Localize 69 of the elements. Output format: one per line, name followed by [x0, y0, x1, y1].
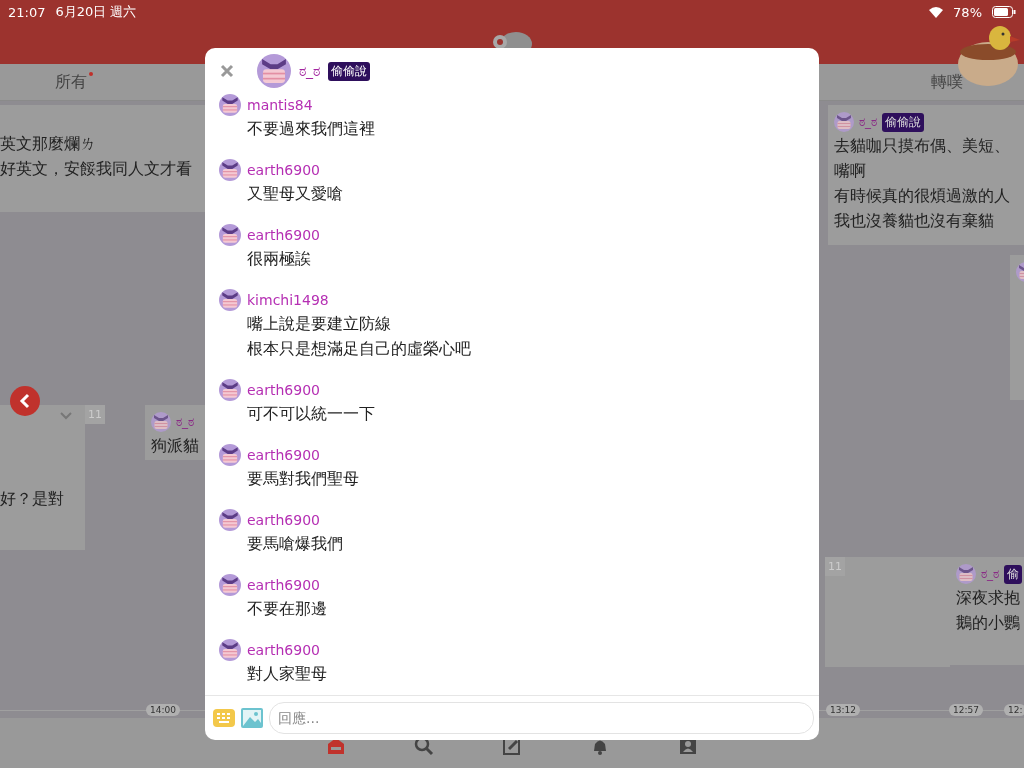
- response-text: 不要在那邊: [246, 598, 328, 620]
- post-text: 有時候真的很煩過激的人: [834, 185, 1011, 207]
- post-text: 深夜求抱: [956, 587, 1018, 609]
- post-text: 好？是對: [0, 488, 65, 510]
- response-text: 不要過來我們這裡: [246, 118, 376, 140]
- anonymous-badge: 偷偷說: [882, 112, 924, 132]
- post-text: 好英文，安餒我同人文才看: [0, 158, 193, 180]
- response-text: 又聖母又愛嗆: [246, 183, 344, 205]
- post-author: ಠ_ಠ: [981, 567, 999, 581]
- response-user: earth6900: [247, 227, 320, 243]
- avatar-icon: [956, 564, 976, 584]
- post-text: 狗派貓: [151, 435, 199, 457]
- anonymous-badge: 偷偷說: [328, 61, 370, 81]
- post-card[interactable]: ಠ_ಠ 偷偷說 去貓咖只摸布偶、美短、 嘴啊 有時候真的很煩過激的人 我也沒養貓也沒有棄貓: [828, 105, 1024, 245]
- avatar-icon: [219, 444, 241, 466]
- post-card[interactable]: 英文那麼爛ㄌ 好英文，安餒我同人文才看: [0, 105, 205, 212]
- avatar-icon: [219, 289, 241, 311]
- time-label: 12:: [1004, 704, 1024, 716]
- response-text: 要馬嗆爆我們: [246, 533, 344, 555]
- post-text: 嘴啊: [834, 160, 867, 182]
- timeline-tab[interactable]: 轉噗: [931, 71, 969, 93]
- status-date: 6月20日 週六: [55, 3, 137, 21]
- avatar-icon: [219, 94, 241, 116]
- response-user: earth6900: [247, 382, 320, 398]
- response-text: 很兩極誒: [246, 248, 312, 270]
- post-card[interactable]: ಠ_ಠ 偷 深夜求抱 鵝的小鸚: [950, 557, 1024, 665]
- status-time: 21:07: [8, 4, 46, 20]
- response-user: earth6900: [247, 642, 320, 658]
- response-text: 根本只是想滿足自己的虛榮心吧: [246, 338, 472, 360]
- reply-field[interactable]: 回應...: [269, 702, 814, 734]
- post-text: 我也沒養貓也沒有棄貓: [834, 210, 995, 232]
- post-text: 英文那麼爛ㄌ: [0, 133, 97, 155]
- close-button[interactable]: [219, 63, 235, 79]
- post-author: ಠ_ಠ: [859, 115, 877, 129]
- wifi-icon: [929, 6, 944, 18]
- post-author: ಠ_ಠ: [176, 415, 194, 429]
- timeline-tab[interactable]: 所有: [55, 71, 93, 93]
- response-text: 要馬對我們聖母: [246, 468, 360, 490]
- response-user: earth6900: [247, 162, 320, 178]
- post-text: 去貓咖只摸布偶、美短、: [834, 135, 1011, 157]
- time-label: 13:12: [826, 704, 860, 716]
- response-text: 對人家聖母: [246, 663, 328, 685]
- time-label: 12:57: [949, 704, 983, 716]
- anonymous-badge: 偷: [1004, 564, 1022, 584]
- response-text: 嘴上說是要建立防線: [246, 313, 392, 335]
- back-icon: [19, 393, 31, 409]
- avatar-icon: [219, 379, 241, 401]
- response-user: kimchi1498: [247, 292, 329, 308]
- battery-icon: [992, 6, 1016, 18]
- back-button[interactable]: [10, 386, 40, 416]
- response-text: 可不可以統一一下: [246, 403, 376, 425]
- response-user: earth6900: [247, 577, 320, 593]
- poster-name: ಠ_ಠ: [299, 62, 320, 80]
- response-user: earth6900: [247, 447, 320, 463]
- avatar-icon: [257, 54, 291, 88]
- time-label: 14:00: [146, 704, 180, 716]
- avatar-icon: [219, 509, 241, 531]
- post-card[interactable]: ಠ_ಠ 狗派貓: [145, 405, 205, 460]
- response-user: earth6900: [247, 512, 320, 528]
- battery-percent: 78%: [953, 4, 982, 20]
- avatar-icon: [219, 224, 241, 246]
- avatar-icon: [219, 574, 241, 596]
- response-user: mantis84: [247, 97, 313, 113]
- avatar-icon: [219, 159, 241, 181]
- avatar-icon: [219, 639, 241, 661]
- avatar-icon: [151, 412, 171, 432]
- post-card[interactable]: 好？是對: [0, 405, 85, 550]
- post-text: 鵝的小鸚: [956, 612, 1018, 634]
- avatar-icon: [834, 112, 854, 132]
